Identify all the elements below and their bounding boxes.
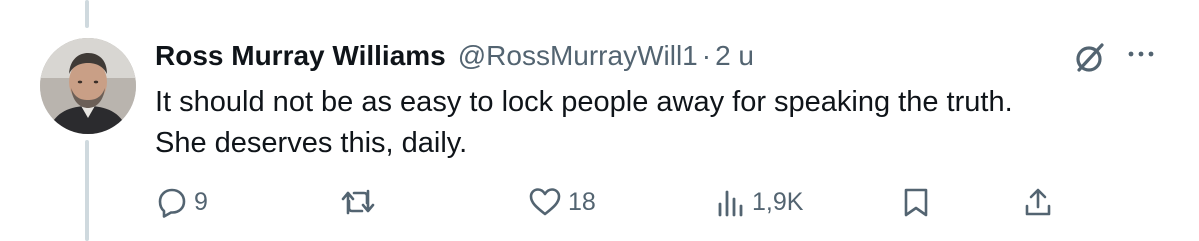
author-handle[interactable]: @RossMurrayWill1 [458,36,698,76]
action-bar: 9 18 1,9K [0,178,1199,226]
share-button[interactable] [1022,178,1054,226]
share-icon [1025,188,1051,216]
reply-count: 9 [194,187,208,216]
grok-icon[interactable] [1072,40,1108,76]
more-icon[interactable] [1126,44,1156,68]
tweet-text-line: She deserves this, daily. [155,127,468,159]
avatar-photo [40,38,136,134]
bookmark-icon [904,188,928,217]
like-icon [529,188,561,216]
like-count: 18 [568,187,596,216]
avatar[interactable] [40,38,136,134]
tweet-text: It should not be as easy to lock people … [155,82,1155,164]
separator-dot: · [701,40,712,71]
reply-button[interactable]: 9 [156,178,208,226]
bookmark-button[interactable] [902,178,930,226]
repost-icon [341,189,375,215]
views-count: 1,9K [752,187,804,216]
views-icon [718,190,743,217]
tweet-header: Ross Murray Williams @RossMurrayWill1 · … [155,36,754,76]
thread-connector-top [85,0,89,28]
reply-icon [158,188,186,218]
tweet-text-line: It should not be as easy to lock people … [155,86,1013,118]
like-button[interactable]: 18 [528,178,596,226]
repost-button[interactable] [340,178,382,226]
timestamp[interactable]: 2 u [715,36,754,76]
author-name[interactable]: Ross Murray Williams [155,36,446,76]
views-button[interactable]: 1,9K [716,178,803,226]
